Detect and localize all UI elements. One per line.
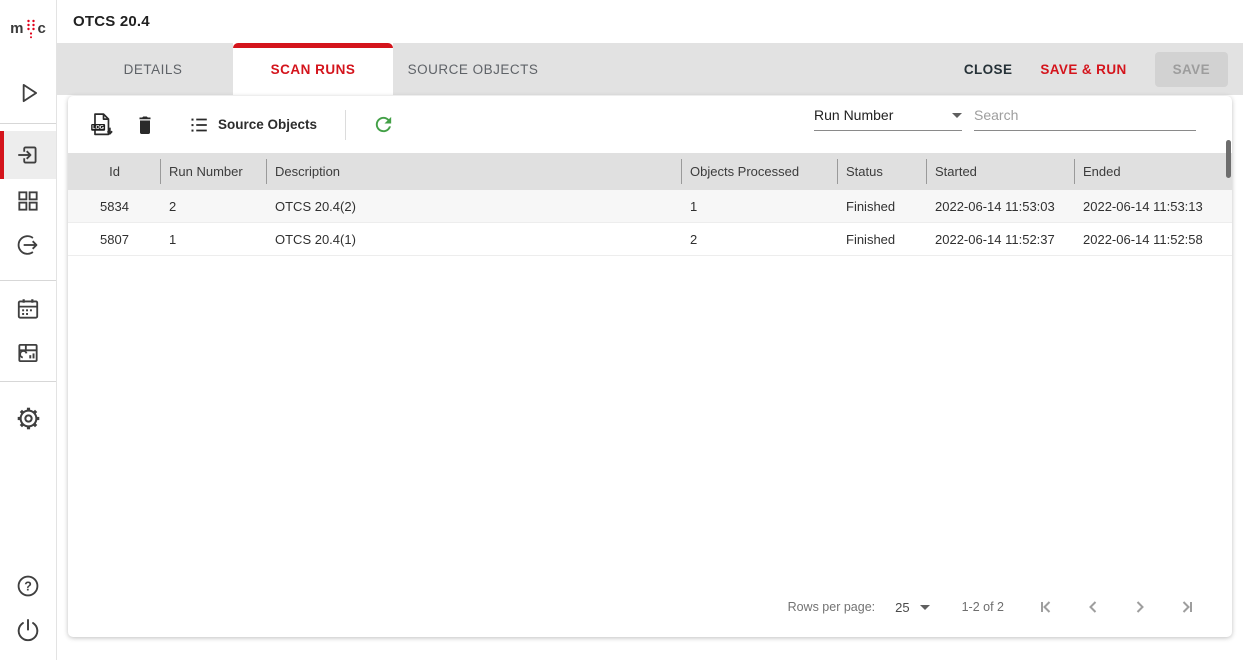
cell-status: Finished	[838, 232, 927, 247]
column-header-status[interactable]: Status	[838, 153, 927, 190]
cell-id: 5834	[68, 199, 161, 214]
last-page-button[interactable]	[1163, 591, 1210, 623]
power-icon	[15, 617, 41, 643]
tab-source-objects[interactable]: SOURCE OBJECTS	[393, 43, 553, 95]
cell-ended: 2022-06-14 11:52:58	[1075, 232, 1232, 247]
sidebar-item-dashboard[interactable]	[0, 179, 56, 223]
cell-status: Finished	[838, 199, 927, 214]
column-header-started[interactable]: Started	[927, 153, 1075, 190]
tabs: DETAILS SCAN RUNS SOURCE OBJECTS	[73, 43, 553, 95]
list-icon	[188, 114, 210, 136]
cell-run-number: 2	[161, 199, 267, 214]
search-input[interactable]	[974, 107, 1196, 131]
download-log-button[interactable]: LOG	[80, 104, 122, 146]
next-page-button[interactable]	[1116, 591, 1163, 623]
column-header-run-number[interactable]: Run Number	[161, 153, 267, 190]
top-bar: OTCS 20.4	[57, 0, 1243, 43]
table-row[interactable]: 5807 1 OTCS 20.4(1) 2 Finished 2022-06-1…	[68, 223, 1232, 256]
cell-ended: 2022-06-14 11:53:13	[1075, 199, 1232, 214]
trash-icon	[133, 113, 157, 137]
sidebar-item-reports[interactable]	[0, 331, 56, 375]
column-header-id[interactable]: Id	[68, 153, 161, 190]
tab-details[interactable]: DETAILS	[73, 43, 233, 95]
logo-letter-m: m	[10, 20, 23, 37]
first-page-icon	[1036, 597, 1056, 617]
filter-field-value: Run Number	[814, 107, 893, 123]
sidebar-item-run[interactable]	[0, 71, 56, 115]
logo-letter-c: c	[38, 20, 46, 37]
cell-run-number: 1	[161, 232, 267, 247]
column-header-description[interactable]: Description	[267, 153, 682, 190]
rows-per-page-value: 25	[895, 600, 909, 615]
page-title: OTCS 20.4	[73, 13, 150, 30]
report-icon	[15, 340, 41, 366]
sidebar-item-scheduler[interactable]	[0, 287, 56, 331]
cell-objects-processed: 2	[682, 232, 838, 247]
pagination-range: 1-2 of 2	[962, 600, 1004, 614]
cell-started: 2022-06-14 11:53:03	[927, 199, 1075, 214]
sidebar-item-help[interactable]: ?	[0, 564, 56, 608]
chevron-right-icon	[1130, 597, 1150, 617]
filter-field-select[interactable]: Run Number	[814, 107, 962, 131]
close-button[interactable]: CLOSE	[964, 62, 1013, 77]
rows-per-page-label: Rows per page:	[788, 600, 876, 614]
vertical-scrollbar-thumb[interactable]	[1226, 140, 1231, 178]
delete-button[interactable]	[124, 104, 166, 146]
previous-page-button[interactable]	[1069, 591, 1116, 623]
filter-bar: Run Number	[814, 107, 1232, 131]
chevron-down-icon	[920, 605, 930, 610]
cell-objects-processed: 1	[682, 199, 838, 214]
sidebar-divider	[0, 381, 56, 382]
export-icon	[15, 232, 41, 258]
svg-text:LOG: LOG	[92, 125, 104, 131]
app-logo: m c	[0, 0, 56, 57]
refresh-button[interactable]	[362, 104, 404, 146]
sidebar-item-export[interactable]	[0, 223, 56, 267]
gear-icon	[15, 405, 42, 432]
calendar-icon	[15, 296, 41, 322]
sidebar-divider	[0, 280, 56, 281]
pagination-bar: Rows per page: 25 1-2 of 2	[68, 587, 1232, 627]
table-header: Id Run Number Description Objects Proces…	[68, 153, 1232, 190]
sidebar-item-scanners[interactable]	[0, 131, 56, 179]
table-row[interactable]: 5834 2 OTCS 20.4(2) 1 Finished 2022-06-1…	[68, 190, 1232, 223]
svg-text:?: ?	[24, 580, 32, 594]
scan-runs-panel: LOG Source Objects	[68, 96, 1232, 637]
toolbar-divider	[345, 110, 346, 140]
play-icon	[15, 80, 41, 106]
sidebar-item-logout[interactable]	[0, 608, 56, 652]
scan-import-icon	[15, 142, 41, 168]
download-log-icon: LOG	[88, 111, 115, 138]
save-and-run-button[interactable]: SAVE & RUN	[1040, 62, 1126, 77]
table-toolbar: LOG Source Objects	[68, 96, 1232, 153]
cell-started: 2022-06-14 11:52:37	[927, 232, 1075, 247]
source-objects-button[interactable]: Source Objects	[182, 114, 323, 136]
last-page-icon	[1177, 597, 1197, 617]
column-header-ended[interactable]: Ended	[1075, 153, 1232, 190]
help-icon: ?	[15, 573, 41, 599]
cell-id: 5807	[68, 232, 161, 247]
tab-strip: DETAILS SCAN RUNS SOURCE OBJECTS CLOSE S…	[57, 43, 1243, 95]
logo-dots-icon	[25, 17, 37, 40]
save-button[interactable]: SAVE	[1155, 52, 1228, 87]
tab-scan-runs[interactable]: SCAN RUNS	[233, 43, 393, 95]
sidebar-divider	[0, 123, 56, 124]
cell-description: OTCS 20.4(2)	[267, 199, 682, 214]
cell-description: OTCS 20.4(1)	[267, 232, 682, 247]
sidebar: m c	[0, 0, 57, 660]
source-objects-label: Source Objects	[218, 117, 317, 132]
search-field	[974, 107, 1196, 131]
column-header-objects-processed[interactable]: Objects Processed	[682, 153, 838, 190]
first-page-button[interactable]	[1022, 591, 1069, 623]
rows-per-page-select[interactable]: 25	[895, 600, 929, 615]
grid-icon	[15, 188, 41, 214]
chevron-left-icon	[1083, 597, 1103, 617]
sidebar-item-settings[interactable]	[0, 396, 56, 440]
header-actions: CLOSE SAVE & RUN SAVE	[964, 43, 1243, 95]
chevron-down-icon	[952, 113, 962, 118]
refresh-icon	[372, 113, 395, 136]
